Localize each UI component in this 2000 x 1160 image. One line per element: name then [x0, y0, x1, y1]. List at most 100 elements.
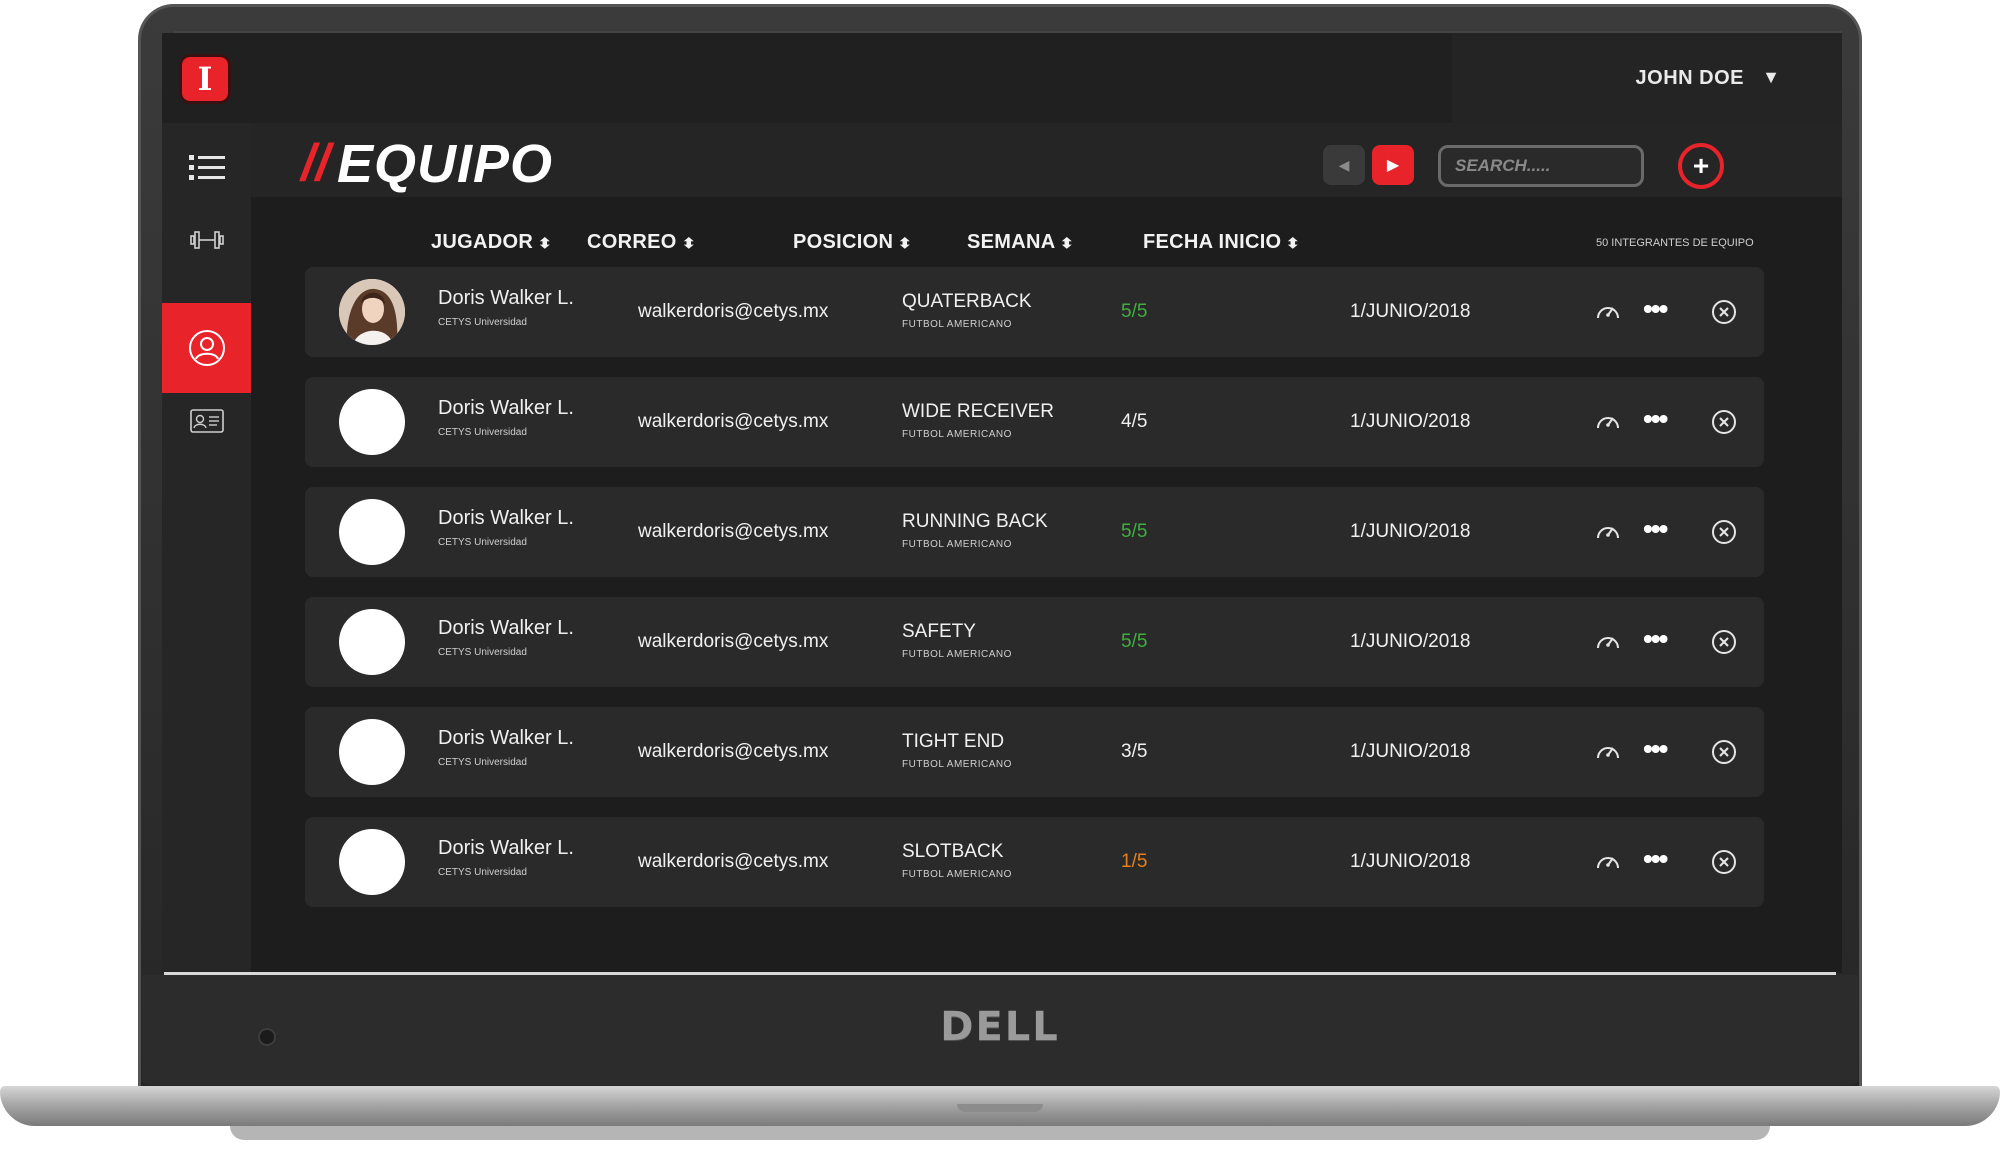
player-org: CETYS Universidad	[438, 867, 527, 878]
table-row[interactable]: Doris Walker L. CETYS Universidad walkerdo…	[305, 597, 1764, 687]
gauge-icon[interactable]	[1595, 739, 1621, 765]
avatar	[339, 719, 405, 785]
top-bar: I JOHN DOE ▼	[162, 33, 1842, 123]
player-name[interactable]: Doris Walker L.	[438, 397, 574, 420]
gauge-icon[interactable]	[1595, 299, 1621, 325]
player-position: RUNNING BACK	[902, 511, 1048, 532]
player-name[interactable]: Doris Walker L.	[438, 617, 574, 640]
arrow-left-icon: ◀	[1338, 156, 1350, 173]
user-name[interactable]: JOHN DOE	[1636, 67, 1744, 90]
player-name[interactable]: Doris Walker L.	[438, 507, 574, 530]
column-label: JUGADOR	[431, 231, 534, 253]
player-org: CETYS Universidad	[438, 427, 527, 438]
player-email: walkerdoris@cetys.mx	[638, 631, 829, 652]
start-date: 1/JUNIO/2018	[1350, 631, 1471, 652]
close-circle-icon[interactable]	[1711, 519, 1737, 545]
column-header-jugador[interactable]: JUGADOR ⬍	[431, 231, 553, 254]
player-position: WIDE RECEIVER	[902, 401, 1055, 422]
column-label: SEMANA	[967, 231, 1056, 253]
gauge-icon[interactable]	[1595, 849, 1621, 875]
table-row[interactable]: Doris Walker L. CETYS Universidad walkerdo…	[305, 377, 1764, 467]
week-progress: 5/5	[1121, 521, 1148, 542]
player-sport: FUTBOL AMERICANO	[902, 539, 1012, 550]
plus-icon: +	[1692, 150, 1710, 181]
close-circle-icon[interactable]	[1711, 629, 1737, 655]
player-sport: FUTBOL AMERICANO	[902, 319, 1012, 330]
app-logo[interactable]: I	[182, 57, 228, 101]
page-title: EQUIPO	[337, 134, 554, 194]
app-screen: I JOHN DOE ▼ // EQUIPO ◀ ▶ SEARCH..... +…	[162, 33, 1842, 973]
player-email: walkerdoris@cetys.mx	[638, 521, 829, 542]
column-header-posicion[interactable]: POSICION ⬍	[793, 231, 912, 254]
player-name[interactable]: Doris Walker L.	[438, 287, 574, 310]
player-sport: FUTBOL AMERICANO	[902, 869, 1012, 880]
player-sport: FUTBOL AMERICANO	[902, 429, 1012, 440]
table-row[interactable]: Doris Walker L. CETYS Universidad walkerdo…	[305, 817, 1764, 907]
more-icon[interactable]: •••	[1643, 623, 1668, 655]
page-header: // EQUIPO ◀ ▶ +	[251, 123, 1842, 197]
player-org: CETYS Universidad	[438, 317, 527, 328]
column-header-fecha-inicio[interactable]: FECHA INICIO ⬍	[1143, 231, 1301, 254]
more-icon[interactable]: •••	[1643, 843, 1668, 875]
start-date: 1/JUNIO/2018	[1350, 411, 1471, 432]
more-icon[interactable]: •••	[1643, 733, 1668, 765]
player-name[interactable]: Doris Walker L.	[438, 837, 574, 860]
close-circle-icon[interactable]	[1711, 409, 1737, 435]
player-position: SAFETY	[902, 621, 976, 642]
player-org: CETYS Universidad	[438, 647, 527, 658]
chevron-down-icon[interactable]: ▼	[1762, 67, 1780, 88]
more-icon[interactable]: •••	[1643, 513, 1668, 545]
user-profile-icon	[188, 330, 225, 366]
player-name[interactable]: Doris Walker L.	[438, 727, 574, 750]
prev-page-button[interactable]: ◀	[1323, 145, 1365, 185]
player-sport: FUTBOL AMERICANO	[902, 759, 1012, 770]
week-progress: 3/5	[1121, 741, 1148, 762]
avatar	[339, 829, 405, 895]
table-row[interactable]: Doris Walker L. CETYS Universidad walkerdo…	[305, 707, 1764, 797]
laptop-notch	[957, 1104, 1043, 1112]
player-org: CETYS Universidad	[438, 757, 527, 768]
avatar	[339, 499, 405, 565]
add-member-button[interactable]: +	[1678, 143, 1724, 189]
week-progress: 1/5	[1121, 851, 1148, 872]
player-position: SLOTBACK	[902, 841, 1004, 862]
sort-icon: ⬍	[1286, 235, 1301, 251]
sort-icon: ⬍	[537, 235, 553, 251]
sidebar	[162, 123, 251, 973]
table-row[interactable]: Doris Walker L. CETYS Universidad walkerdo…	[305, 487, 1764, 577]
more-icon[interactable]: •••	[1643, 293, 1668, 325]
player-email: walkerdoris@cetys.mx	[638, 851, 829, 872]
week-progress: 5/5	[1121, 631, 1148, 652]
week-progress: 4/5	[1121, 411, 1148, 432]
gauge-icon[interactable]	[1595, 409, 1621, 435]
avatar	[339, 609, 405, 675]
avatar	[339, 389, 405, 455]
next-page-button[interactable]: ▶	[1372, 145, 1414, 185]
column-header-correo[interactable]: CORREO ⬍	[587, 231, 695, 254]
member-count: 50 INTEGRANTES DE EQUIPO	[1596, 237, 1754, 249]
player-position: QUATERBACK	[902, 291, 1032, 312]
player-sport: FUTBOL AMERICANO	[902, 649, 1012, 660]
close-circle-icon[interactable]	[1711, 299, 1737, 325]
list-icon	[188, 155, 225, 180]
search-input[interactable]	[1438, 145, 1644, 187]
sidebar-item-training[interactable]	[162, 195, 251, 285]
play-icon: ▶	[1386, 157, 1400, 174]
column-label: FECHA INICIO	[1143, 231, 1282, 253]
sidebar-item-cards[interactable]	[162, 376, 251, 466]
laptop-base-shadow	[230, 1126, 1770, 1140]
column-label: CORREO	[587, 231, 677, 253]
player-email: walkerdoris@cetys.mx	[638, 411, 829, 432]
close-circle-icon[interactable]	[1711, 849, 1737, 875]
close-circle-icon[interactable]	[1711, 739, 1737, 765]
gauge-icon[interactable]	[1595, 629, 1621, 655]
table-row[interactable]: Doris Walker L. CETYS Universidad walkerdo…	[305, 267, 1764, 357]
start-date: 1/JUNIO/2018	[1350, 301, 1471, 322]
player-position: TIGHT END	[902, 731, 1005, 752]
start-date: 1/JUNIO/2018	[1350, 741, 1471, 762]
column-header-semana[interactable]: SEMANA ⬍	[967, 231, 1074, 254]
gauge-icon[interactable]	[1595, 519, 1621, 545]
column-label: POSICION	[793, 231, 894, 253]
webcam	[258, 1028, 276, 1046]
more-icon[interactable]: •••	[1643, 403, 1668, 435]
